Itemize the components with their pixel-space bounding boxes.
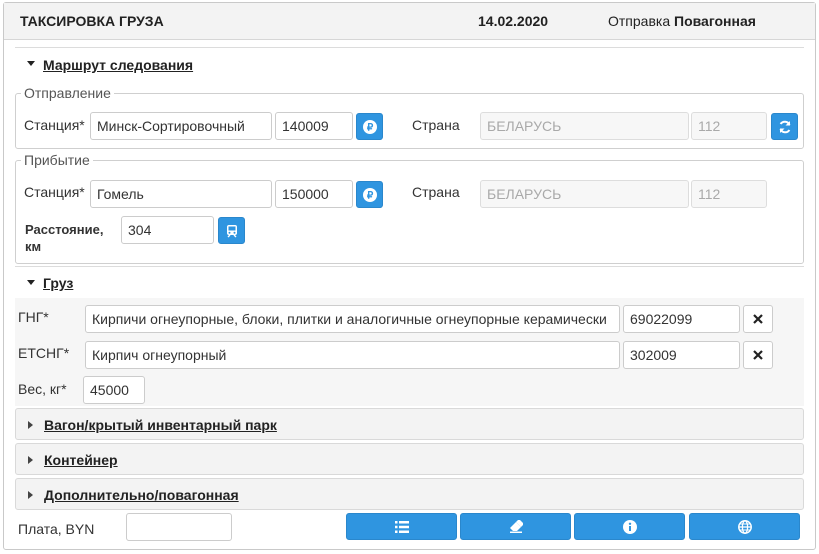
gng-clear-button[interactable] — [743, 305, 773, 333]
departure-country-input — [480, 112, 689, 140]
arrival-station-label: Станция* — [24, 184, 85, 200]
departure-country-label: Страна — [412, 117, 460, 133]
departure-legend: Отправление — [24, 85, 111, 101]
cargo-section-label[interactable]: Груз — [43, 275, 73, 291]
gng-label: ГНГ* — [18, 309, 49, 325]
etsng-clear-button[interactable] — [743, 341, 773, 369]
arrival-station-code-input[interactable] — [275, 180, 353, 208]
cargo-tariff-panel: ТАКСИРОВКА ГРУЗА 14.02.2020 Отправка Пов… — [3, 2, 816, 550]
refresh-icon — [779, 120, 790, 133]
additional-section-toggle[interactable]: Дополнительно/повагонная — [15, 478, 804, 510]
wagon-section-label[interactable]: Вагон/крытый инвентарный парк — [44, 417, 277, 433]
fee-input[interactable] — [126, 513, 232, 541]
etsng-label: ЕТСНГ* — [18, 345, 70, 361]
info-icon — [622, 519, 637, 534]
header-date: 14.02.2020 — [478, 13, 549, 29]
close-icon — [753, 350, 763, 360]
list-icon — [394, 520, 409, 533]
train-icon — [226, 224, 237, 237]
fee-label: Плата, BYN — [18, 521, 95, 537]
distance-input[interactable] — [121, 216, 214, 244]
caret-right-icon — [28, 456, 33, 464]
panel-header: ТАКСИРОВКА ГРУЗА 14.02.2020 Отправка Пов… — [4, 3, 815, 40]
arrival-ruble-button[interactable]: ₽ — [356, 181, 383, 208]
caret-right-icon — [28, 421, 33, 429]
gng-name-input[interactable] — [85, 305, 620, 333]
departure-country-code-input — [691, 112, 767, 140]
etsng-name-input[interactable] — [85, 341, 620, 369]
caret-down-icon — [27, 280, 35, 285]
arrival-group: Прибытие — [15, 152, 804, 264]
caret-right-icon — [28, 491, 33, 499]
departure-station-code-input[interactable] — [275, 112, 353, 140]
ruble-icon: ₽ — [362, 119, 377, 134]
shipment-label: Отправка — [608, 13, 671, 29]
svg-text:₽: ₽ — [366, 190, 373, 201]
departure-station-label: Станция* — [24, 117, 85, 133]
list-button[interactable] — [346, 513, 457, 540]
divider — [15, 47, 804, 48]
gng-code-input[interactable] — [623, 305, 740, 333]
arrival-country-code-input — [691, 180, 767, 208]
train-button[interactable] — [218, 217, 245, 244]
arrival-country-label: Страна — [412, 184, 460, 200]
departure-ruble-button[interactable]: ₽ — [356, 113, 383, 140]
etsng-code-input[interactable] — [623, 341, 740, 369]
additional-section-label[interactable]: Дополнительно/повагонная — [44, 487, 239, 503]
globe-icon — [737, 519, 752, 534]
departure-station-input[interactable] — [90, 112, 272, 140]
divider — [15, 266, 804, 267]
close-icon — [753, 314, 763, 324]
route-section-label[interactable]: Маршрут следования — [43, 57, 193, 73]
distance-unit-label: км — [25, 239, 42, 254]
svg-text:₽: ₽ — [366, 122, 373, 133]
page-title: ТАКСИРОВКА ГРУЗА — [20, 13, 164, 29]
arrival-country-input — [480, 180, 689, 208]
eraser-icon — [509, 520, 523, 533]
weight-input[interactable] — [83, 376, 145, 404]
arrival-legend: Прибытие — [24, 152, 90, 168]
container-section-label[interactable]: Контейнер — [44, 452, 118, 468]
globe-button[interactable] — [689, 513, 800, 540]
container-section-toggle[interactable]: Контейнер — [15, 443, 804, 475]
ruble-icon: ₽ — [362, 187, 377, 202]
swap-route-button[interactable] — [771, 113, 798, 140]
weight-label: Вес, кг* — [18, 381, 67, 397]
wagon-section-toggle[interactable]: Вагон/крытый инвентарный парк — [15, 408, 804, 440]
shipment-type: Отправка Повагонная — [608, 13, 756, 29]
info-button[interactable] — [574, 513, 685, 540]
caret-down-icon — [27, 61, 35, 66]
arrival-station-input[interactable] — [90, 180, 272, 208]
shipment-value: Повагонная — [674, 13, 756, 29]
clear-form-button[interactable] — [460, 513, 571, 540]
distance-label: Расстояние, — [25, 222, 104, 237]
